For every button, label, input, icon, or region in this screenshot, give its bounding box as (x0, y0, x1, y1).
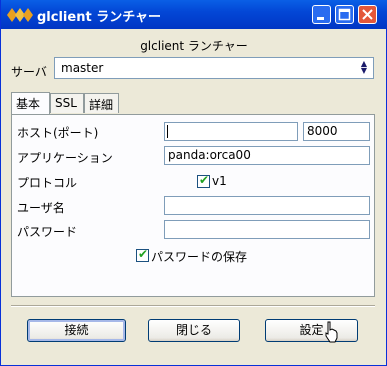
tab-details[interactable]: 詳細 (84, 93, 119, 113)
text-cursor (167, 125, 168, 138)
separator (11, 305, 375, 307)
settings-button[interactable]: 設定 (265, 319, 358, 342)
protocol-v1-label: v1 (212, 174, 227, 188)
checkmark-icon: ✔ (138, 247, 149, 261)
application-field[interactable]: panda:orca00 (164, 146, 370, 165)
up-down-arrows-icon: ▲ ▼ (360, 59, 367, 75)
close-window-button[interactable] (358, 5, 377, 24)
launcher-window: glclient ランチャー glclient ランチャー サーバ master… (0, 0, 387, 366)
save-password-checkbox[interactable]: ✔ (136, 247, 149, 262)
tab-details-label: 詳細 (89, 98, 114, 112)
title-bar[interactable]: glclient ランチャー (1, 0, 387, 29)
host-field[interactable] (164, 122, 298, 141)
host-label: ホスト(ポート) (17, 126, 99, 140)
minimize-button[interactable] (312, 5, 331, 24)
application-label: アプリケーション (17, 151, 113, 165)
close-icon (362, 9, 373, 20)
maximize-icon (338, 8, 351, 21)
server-select[interactable]: master ▲ ▼ (54, 57, 374, 79)
password-field[interactable] (164, 220, 370, 239)
basic-tab-panel: ホスト(ポート) 8000 アプリケーション panda:orca00 プロトコ… (11, 114, 375, 297)
tab-ssl-label: SSL (55, 96, 77, 110)
username-label: ユーザ名 (17, 201, 65, 215)
maximize-button[interactable] (335, 5, 354, 24)
checkmark-icon: ✔ (199, 173, 210, 187)
tab-ssl[interactable]: SSL (50, 93, 84, 113)
username-field[interactable] (164, 196, 370, 215)
launcher-heading: glclient ランチャー (140, 39, 248, 53)
protocol-label: プロトコル (17, 176, 78, 190)
port-field[interactable]: 8000 (303, 122, 370, 141)
tab-basic[interactable]: 基本 (11, 92, 50, 114)
connect-button[interactable]: 接続 (27, 319, 126, 342)
save-password-label: パスワードの保存 (151, 250, 248, 264)
app-logo-icon (7, 8, 33, 22)
client-area: glclient ランチャー サーバ master ▲ ▼ 基本 SSL 詳細 ホ… (5, 29, 383, 362)
protocol-v1-checkbox[interactable]: ✔ (197, 173, 210, 188)
server-select-value: master (61, 61, 104, 75)
minimize-icon (317, 17, 324, 20)
server-label: サーバ (11, 65, 47, 79)
tab-basic-label: 基本 (16, 97, 41, 111)
window-title: glclient ランチャー (37, 10, 162, 25)
password-label: パスワード (17, 225, 78, 239)
mouse-pointer-icon (325, 321, 338, 343)
close-button[interactable]: 閉じる (148, 319, 240, 342)
